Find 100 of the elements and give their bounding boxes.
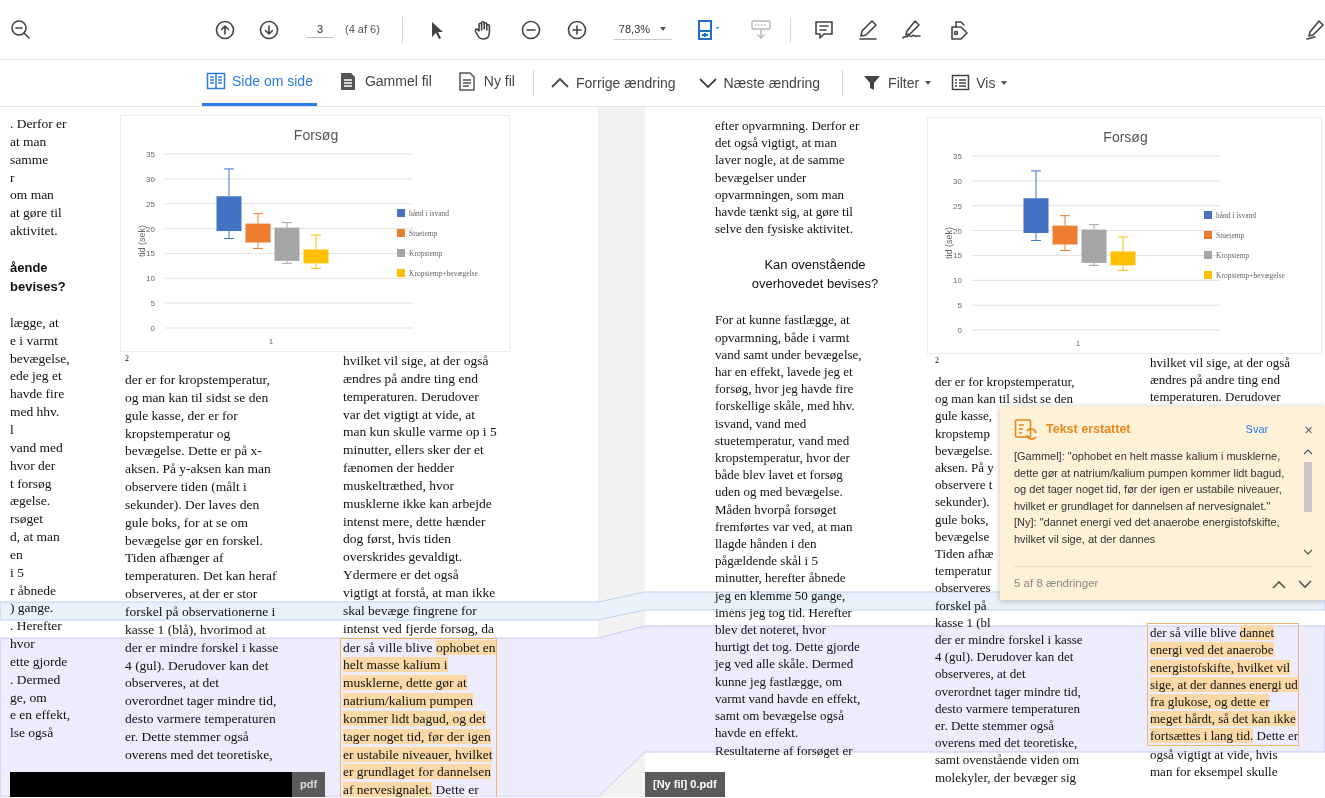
- axis-tick-label: 20: [953, 226, 962, 236]
- close-button[interactable]: ×: [1304, 421, 1313, 437]
- axis-tick-label: 5: [150, 299, 155, 309]
- axis-tick-label: 20: [146, 224, 155, 234]
- text-line: forskel på: [935, 596, 987, 614]
- text-line: at gøre til: [10, 204, 62, 223]
- text-line: observeres, at det: [935, 665, 1026, 683]
- text-line: at man: [10, 132, 47, 151]
- text-line: e en effekt,: [10, 706, 71, 725]
- comment-icon[interactable]: [813, 18, 836, 41]
- text-line: med hhv.: [10, 403, 60, 421]
- text-line: l: [10, 420, 14, 439]
- text-line: observere t: [935, 476, 993, 494]
- caret-icon: [660, 27, 667, 31]
- view-tab[interactable]: Gammel fil: [334, 60, 436, 106]
- text-line: observere tiden (målt i: [125, 478, 247, 496]
- text-line: isvand, vand med: [715, 414, 807, 432]
- text-line: der er mindre forskel i kasse: [125, 638, 279, 657]
- text-line: observeres: [935, 579, 991, 597]
- page-number-field[interactable]: 3: [307, 20, 333, 39]
- text-line: vand med: [10, 438, 63, 457]
- text-line: forskellige skåle, med hhv.: [715, 397, 855, 415]
- popup-title: Tekst erstattet: [1046, 420, 1131, 438]
- text-line: intenst ved fjerde forsøg, da: [343, 619, 495, 638]
- text-line: hvor der: [10, 456, 56, 475]
- axis-label: tid (sek): [137, 225, 147, 257]
- view-menu[interactable]: Vis: [951, 60, 1008, 106]
- text-line: opvarmning, både i varmt: [715, 328, 850, 346]
- text-line: bevægelse. Dette er på x-: [125, 442, 262, 461]
- text-line: blev det noteret, hvor: [715, 621, 827, 639]
- text-line: . Derfor er: [10, 115, 67, 133]
- text-line: temperatur: [935, 562, 992, 580]
- replace-text-icon: [1014, 418, 1038, 440]
- text-line: temperaturen. Derudover: [1150, 388, 1281, 406]
- text-line: observeres, at det: [125, 674, 220, 693]
- text-line: opvarmningen, som man: [715, 185, 844, 203]
- text-line: r åbnede: [10, 581, 57, 600]
- comment-text: [Ny]: "dannet energi ved det anaerobe energistofskifte, hvilket vil sige, at der dannes: [1014, 515, 1281, 547]
- text-line: overens med det teoretiske,: [935, 734, 1078, 752]
- text-line: . Herefter: [10, 617, 62, 636]
- text-line: hurtigt det tog. Dette gjorde: [715, 638, 860, 656]
- text-line: hvilket vil sige, at der også: [1150, 354, 1291, 372]
- footnote-mark: 2: [125, 354, 130, 365]
- text-line: hvilket vil sige, at der også: [343, 352, 489, 370]
- reply-link[interactable]: Svar: [1245, 420, 1269, 438]
- filter-menu[interactable]: Filter: [863, 60, 932, 106]
- zoom-out-icon[interactable]: [520, 19, 541, 40]
- caret-icon: [925, 81, 932, 85]
- text-line: 4 (gul). Derudover kan det: [935, 648, 1074, 666]
- text-line: overskrides gevaldigt.: [343, 548, 463, 567]
- signature-icon[interactable]: [901, 18, 924, 41]
- line-text: Dette er: [434, 782, 479, 797]
- zoom-in-icon[interactable]: [566, 19, 587, 40]
- search-icon[interactable]: [10, 18, 32, 41]
- text-line: kropstemp: [935, 424, 990, 442]
- text-line: ge, om: [10, 688, 47, 707]
- previous-page-icon[interactable]: [215, 19, 235, 40]
- text-line: ette gjorde: [10, 652, 68, 671]
- highlighter-icon[interactable]: [857, 18, 880, 41]
- fit-page-icon[interactable]: [696, 18, 721, 41]
- text-line: ) gange.: [10, 599, 54, 618]
- text-line: overordnet tager mindre tid,: [935, 682, 1081, 700]
- zoom-dropdown[interactable]: 78,3%: [612, 18, 673, 41]
- text-line: aksen. På y-aksen kan man: [125, 460, 271, 479]
- text-line: kunne jeg fastlægge, om: [715, 672, 843, 690]
- pen-icon[interactable]: [1305, 18, 1325, 41]
- chevron-down-icon[interactable]: [1297, 577, 1313, 590]
- text-line: havde en effekt.: [715, 724, 799, 742]
- text-line: observeres, at der er stor: [125, 585, 258, 603]
- view-tab[interactable]: Ny fil: [453, 60, 519, 106]
- text-line: der er mindre forskel i kasse: [935, 631, 1083, 649]
- text-line: både blev lavet et forsøg: [715, 466, 843, 484]
- previous-change-button[interactable]: Forrige ændring: [549, 60, 676, 106]
- text-line: det også vigtigt, at man: [715, 134, 837, 152]
- hand-icon[interactable]: [472, 19, 493, 40]
- text-line: lse også: [10, 724, 54, 743]
- text-line: kasse 1 (bl: [935, 613, 991, 632]
- text-line: om man: [10, 186, 54, 205]
- next-change-button[interactable]: Næste ændring: [697, 60, 821, 106]
- axis-tick-label: 10: [146, 274, 155, 284]
- text-line: varmt vand havde en effekt,: [715, 689, 861, 708]
- axis-tick-label: 0: [957, 326, 962, 335]
- text-line: efter opvarmning. Derfor er: [715, 117, 860, 135]
- axis-tick-label: 1: [268, 337, 274, 346]
- text-line: muskeltræthed, hvor: [343, 476, 454, 495]
- text-line: overens med det teoretiske,: [125, 745, 273, 764]
- text-line: Ydermere er det også: [343, 566, 459, 584]
- text-line: gule kasse, der er for: [125, 406, 238, 425]
- axis-tick-label: 30: [953, 176, 962, 186]
- text-line: temperaturen. Det kan heraf: [125, 567, 277, 586]
- text-line: Måden hvorpå forsøget: [715, 500, 837, 518]
- text-line: lægge, at: [10, 313, 59, 332]
- line-text: Dette er: [1255, 728, 1299, 744]
- text-line: samme: [10, 150, 49, 169]
- axis-tick-label: 15: [953, 251, 962, 261]
- download-icon: [750, 18, 773, 41]
- axis-label: tid (sek): [944, 227, 954, 259]
- text-line: er. Dette stemmer også: [125, 727, 249, 746]
- next-page-icon[interactable]: [259, 19, 279, 40]
- text-line: . Dermed: [10, 670, 61, 689]
